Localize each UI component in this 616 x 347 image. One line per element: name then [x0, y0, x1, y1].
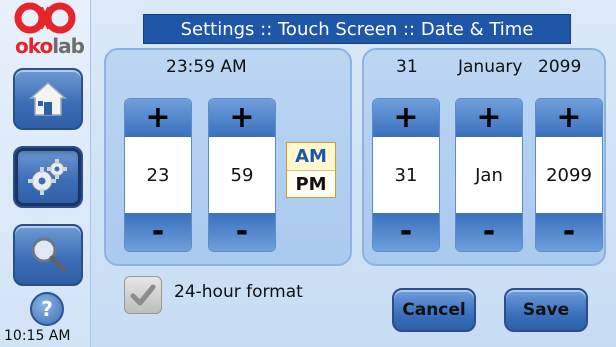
month-spinner: + Jan -	[455, 98, 523, 252]
brand-suffix: lab	[52, 34, 85, 58]
search-icon	[31, 237, 67, 273]
home-icon	[29, 81, 67, 116]
plus-label: +	[556, 100, 582, 135]
year-increment-button[interactable]: +	[536, 99, 602, 137]
minutes-spinner: + 59 -	[208, 98, 276, 252]
year-display: 2099	[538, 57, 582, 77]
plus-label: +	[229, 100, 255, 135]
hours-increment-button[interactable]: +	[125, 99, 191, 137]
cancel-label: Cancel	[402, 300, 466, 320]
day-spinner: + 31 -	[372, 98, 440, 252]
time-panel-header: 23:59 AM	[106, 50, 350, 80]
okolab-logo: okolab	[6, 2, 86, 58]
month-value: Jan	[456, 137, 522, 213]
minus-label: -	[235, 214, 249, 249]
date-time-settings-screen: okolab ? 10:15 AM Settings:: Touch Scre…	[0, 0, 616, 347]
sidebar-search-button[interactable]	[13, 224, 83, 286]
year-value: 2099	[536, 137, 602, 213]
am-option[interactable]: AM	[287, 143, 335, 170]
date-panel: 31 January 2099 + 31 - + Jan - + 2099 -	[362, 48, 606, 266]
help-label: ?	[41, 297, 53, 321]
minutes-increment-button[interactable]: +	[209, 99, 275, 137]
date-panel-header: 31 January 2099	[364, 50, 604, 80]
day-decrement-button[interactable]: -	[373, 213, 439, 251]
save-button[interactable]: Save	[504, 288, 588, 332]
page-title: Settings :: Touch Screen :: Date & Time	[143, 14, 571, 44]
sidebar-settings-button[interactable]	[13, 146, 83, 208]
time-display: 23:59 AM	[166, 57, 247, 77]
cancel-button[interactable]: Cancel	[392, 288, 476, 332]
minutes-value: 59	[209, 137, 275, 213]
plus-label: +	[145, 100, 171, 135]
checkmark-icon	[130, 284, 156, 306]
day-display: 31	[396, 57, 418, 77]
month-decrement-button[interactable]: -	[456, 213, 522, 251]
pm-option[interactable]: PM	[287, 170, 335, 198]
hours-value: 23	[125, 137, 191, 213]
sidebar: okolab ? 10:15 AM	[0, 0, 91, 347]
okolab-wordmark: okolab	[15, 34, 85, 58]
year-spinner: + 2099 -	[535, 98, 603, 252]
plus-label: +	[476, 100, 502, 135]
24-hour-format-checkbox[interactable]	[124, 276, 162, 314]
hours-spinner: + 23 -	[124, 98, 192, 252]
minus-label: -	[151, 214, 165, 249]
minus-label: -	[562, 214, 576, 249]
month-display: January	[458, 57, 523, 77]
brand-prefix: oko	[15, 34, 53, 58]
minus-label: -	[482, 214, 496, 249]
sidebar-home-button[interactable]	[13, 68, 83, 130]
okolab-logo-mark-icon	[14, 2, 76, 34]
minutes-decrement-button[interactable]: -	[209, 213, 275, 251]
save-label: Save	[522, 300, 570, 320]
help-button[interactable]: ?	[30, 292, 64, 326]
am-pm-toggle: AM PM	[286, 142, 336, 198]
year-decrement-button[interactable]: -	[536, 213, 602, 251]
day-value: 31	[373, 137, 439, 213]
system-clock: 10:15 AM	[4, 328, 71, 344]
time-panel: 23:59 AM + 23 - + 59 - AM PM	[104, 48, 352, 266]
24-hour-format-label: 24-hour format	[174, 282, 303, 302]
day-increment-button[interactable]: +	[373, 99, 439, 137]
minus-label: -	[399, 214, 413, 249]
plus-label: +	[393, 100, 419, 135]
month-increment-button[interactable]: +	[456, 99, 522, 137]
hours-decrement-button[interactable]: -	[125, 213, 191, 251]
gear-icon	[28, 159, 67, 195]
